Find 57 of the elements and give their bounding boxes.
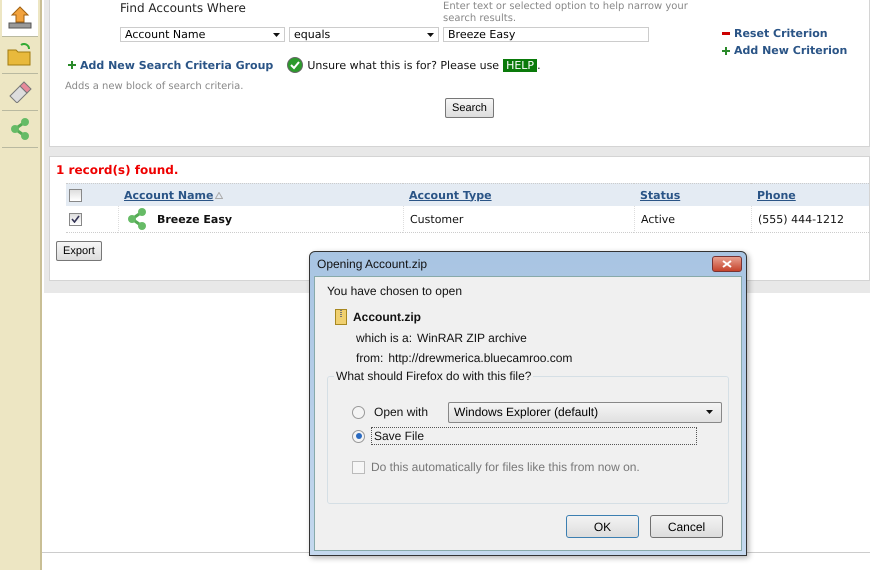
search-hint: Enter text or selected option to help narrow your search results. [443,1,689,25]
close-button[interactable] [712,256,742,272]
upload-tray-icon [7,5,33,31]
column-header[interactable]: Account Name [124,188,224,202]
radio-button[interactable] [352,430,365,442]
detail-label: which is a: [356,331,412,345]
add-group-description: Adds a new block of search criteria. [64,81,244,92]
option-label[interactable]: Open with [371,403,432,421]
criterion-link[interactable]: Reset Criterion [722,27,848,40]
caret-icon [706,410,714,414]
action-question: What should Firefox do with this file? [334,369,534,383]
auto-label: Do this automatically for files like this from now on. [371,460,640,474]
detail-value: WinRAR ZIP archive [417,331,527,345]
dialog-title: Opening Account.zip [317,257,428,271]
folder-icon [7,43,33,67]
caret-icon [273,32,280,36]
table-cell: Active [634,206,751,233]
caret-icon [427,32,434,36]
dialog-button[interactable]: Cancel [650,515,723,538]
add-group-link[interactable]: Add New Search Criteria Group [68,58,274,72]
check-mark-icon [71,215,80,223]
radio-button[interactable] [352,406,365,418]
dialog-button[interactable]: OK [566,515,639,538]
share-icon [8,117,32,141]
criterion-link[interactable]: Add New Criterion [722,44,848,57]
eraser-icon [8,81,32,103]
share-icon [125,207,149,231]
value-input[interactable]: Breeze Easy [443,27,649,42]
operator-dropdown[interactable]: equals [289,27,439,42]
search-button[interactable]: Search [445,98,494,118]
record-count: 1 record(s) found. [56,163,178,177]
detail-value: http://drewmerica.bluecamroo.com [388,351,572,365]
option-label[interactable]: Save File [371,427,697,445]
field-dropdown[interactable]: Account Name [120,27,285,42]
export-button[interactable]: Export [56,241,102,261]
zip-file-icon [335,309,347,325]
plus-icon [722,46,730,54]
help-link[interactable]: HELP [503,58,538,72]
file-name: Account.zip [353,310,421,324]
table-cell-text: Breeze Easy [157,212,232,228]
column-header[interactable]: Phone [757,188,796,202]
table-cell: Customer [403,206,634,233]
column-header[interactable]: Status [640,188,680,202]
check-circle-icon [287,57,304,73]
table-cell: (555) 444-1212 [751,206,869,233]
row-checkbox[interactable] [69,212,82,226]
help-period: . [537,58,541,72]
search-title: Find Accounts Where [120,2,247,17]
sidebar-item[interactable] [2,0,38,37]
dialog-intro: You have chosen to open [327,284,464,298]
plus-icon [68,61,76,69]
select-all-checkbox[interactable] [69,188,82,202]
minus-icon [722,32,730,35]
application-dropdown[interactable]: Windows Explorer (default) [448,402,722,422]
close-icon [722,260,732,268]
detail-label: from: [356,351,384,365]
help-text: Unsure what this is for? Please use [307,58,500,72]
